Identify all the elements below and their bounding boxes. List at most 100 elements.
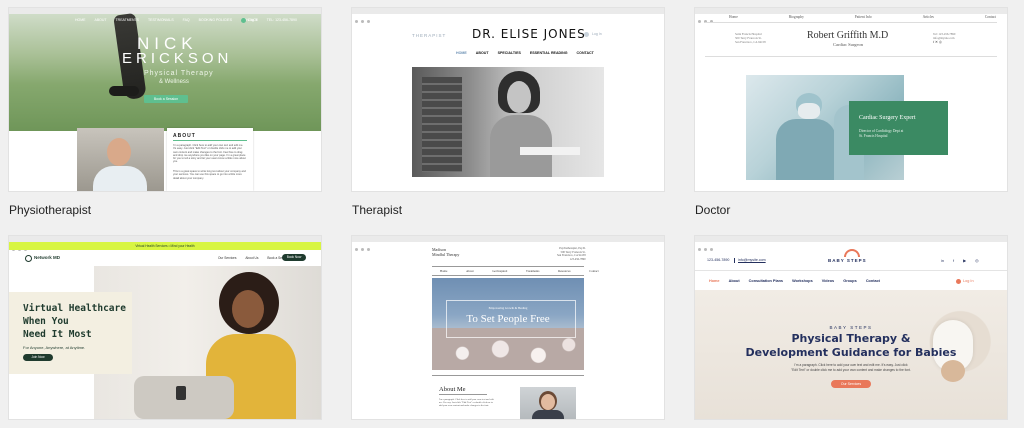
logo-text[interactable]: Network MD — [34, 255, 60, 260]
nav-item-about-us[interactable]: About Us — [245, 256, 258, 260]
book-session-button[interactable]: Book a Session — [144, 95, 188, 103]
nav-divider-bottom — [432, 275, 584, 276]
linkedin-icon[interactable]: in — [941, 259, 944, 263]
top-nav: Home Biography Patient Info Articles Con… — [725, 15, 1000, 19]
specialty-box: Cardiac Surgery Expert Director of Cardi… — [849, 101, 948, 155]
nav-item-about[interactable]: About — [466, 269, 474, 273]
nav-item-biography[interactable]: Biography — [789, 15, 804, 19]
hero-subtitle-1: Physical Therapy — [144, 70, 214, 77]
header-separator — [734, 258, 735, 263]
nav-item-specialties[interactable]: SPECIALTIES — [498, 51, 521, 55]
template-thumbnail-therapist[interactable]: THERAPIST DR. ELISE JONES Log In HOME AB… — [352, 8, 664, 191]
login-link[interactable]: Log In — [592, 32, 602, 36]
facebook-icon[interactable]: f — [953, 259, 954, 263]
header-divider — [695, 270, 1007, 271]
book-now-button[interactable]: Book Now — [282, 254, 306, 261]
nav-item-about[interactable]: ABOUT — [476, 51, 489, 55]
nav-item-contact[interactable]: Contact — [589, 269, 598, 273]
nav-item-about[interactable]: ABOUT — [94, 18, 106, 22]
hero-photo-therapist — [412, 67, 604, 177]
nav-item-our-services[interactable]: Our Services — [218, 256, 236, 260]
social-icons: in f ▶ ◎ — [937, 258, 982, 263]
nav-item-treatments[interactable]: TREATMENTS — [116, 18, 139, 22]
nav-item-contact[interactable]: Contact — [866, 279, 880, 283]
hero-body-line-2: "Edit Text" or double click me to add yo… — [791, 368, 911, 372]
side-label: THERAPIST — [412, 33, 447, 38]
template-thumbnail-network-md[interactable]: Virtual Health Services • Mind your Heal… — [9, 236, 321, 419]
header-divider — [705, 56, 997, 57]
template-caption[interactable]: Therapist — [352, 203, 402, 217]
announcement-banner: Virtual Health Services • Mind your Heal… — [9, 242, 321, 250]
hero-eyebrow: BABY STEPS — [829, 325, 873, 330]
nav-item-about[interactable]: About — [729, 279, 740, 283]
login-link[interactable]: Log In — [248, 18, 258, 22]
site-title: DR. ELISE JONES — [472, 27, 586, 41]
doctor-role: Cardiac Surgeon — [833, 42, 864, 47]
about-heading: ABOUT — [173, 133, 196, 139]
template-card-mindful-therapy[interactable]: Madison Mindful Therapy Psychotherapist,… — [352, 236, 664, 419]
login-link[interactable]: Log In — [963, 279, 974, 283]
specialty-text: Director of Cardiology Dept at St. Franc… — [859, 129, 904, 138]
template-card-network-md[interactable]: Virtual Health Services • Mind your Heal… — [9, 236, 321, 419]
nav-item-patient-info[interactable]: Patient Info — [855, 15, 872, 19]
template-thumbnail-mindful-therapy[interactable]: Madison Mindful Therapy Psychotherapist,… — [352, 236, 664, 419]
template-thumbnail-baby-steps[interactable]: 123-456-7890 info@mysite.com BABY STEPS … — [695, 236, 1007, 419]
top-nav: Home About Consultation Plans Workshops … — [705, 279, 884, 283]
our-services-button[interactable]: Our Services — [831, 380, 871, 388]
browser-chrome — [695, 8, 1007, 23]
instagram-icon[interactable]: ◎ — [975, 259, 978, 263]
template-caption[interactable]: Doctor — [695, 203, 730, 217]
youtube-icon[interactable]: ▶ — [963, 259, 966, 263]
nav-item-home[interactable]: Home — [729, 15, 738, 19]
nav-item-resources[interactable]: Resources — [558, 269, 570, 273]
header-email[interactable]: info@mysite.com — [738, 258, 766, 262]
top-nav: HOME ABOUT TREATMENTS TESTIMONIALS FAQ B… — [71, 18, 301, 22]
template-card-therapist[interactable]: THERAPIST DR. ELISE JONES Log In HOME AB… — [352, 8, 664, 217]
nav-item-testimonials[interactable]: TESTIMONIALS — [148, 18, 174, 22]
template-thumbnail-physiotherapist[interactable]: HOME ABOUT TREATMENTS TESTIMONIALS FAQ B… — [9, 8, 321, 191]
address-block: Saint Francis Hospital 500 Terry Francoi… — [735, 32, 766, 44]
browser-chrome — [352, 8, 664, 23]
about-underline — [439, 394, 487, 395]
nav-item-home[interactable]: Home — [709, 279, 720, 283]
template-card-baby-steps[interactable]: 123-456-7890 info@mysite.com BABY STEPS … — [695, 236, 1007, 419]
contact-block: Tel: 123-456-7890 info@mysite.com f ✕ ◎ — [933, 32, 956, 44]
portrait-photo — [77, 128, 164, 191]
top-nav: HOME ABOUT SPECIALTIES ESSENTIAL READING… — [452, 51, 598, 55]
content-area — [9, 131, 321, 191]
about-paragraph-1: I'm a paragraph. Click here to add your … — [173, 144, 246, 164]
join-now-button[interactable]: Join Now — [23, 354, 53, 361]
nav-item-home[interactable]: HOME — [456, 51, 467, 55]
contact-block: Psychotherapist, Psy.D. 500 Terry Franco… — [557, 247, 586, 261]
nav-item-groups[interactable]: Groups — [843, 279, 857, 283]
nav-item-essential-reading[interactable]: ESSENTIAL READING — [530, 51, 568, 55]
social-icons: f ✕ ◎ — [933, 40, 942, 44]
nav-item-consultation-plans[interactable]: Consultation Plans — [749, 279, 783, 283]
specialty-title: Cardiac Surgery Expert — [859, 115, 916, 121]
nav-item-contact[interactable]: CONTACT — [577, 51, 594, 55]
hero-body-line-1: I'm a paragraph. Click here to add your … — [794, 363, 908, 367]
nav-item-contact[interactable]: Contact — [985, 15, 996, 19]
hero-subtitle-2: & Wellness — [159, 79, 189, 85]
banner-text: Virtual Health Services • Mind your Heal… — [135, 244, 195, 248]
nav-item-workshops[interactable]: Workshops — [792, 279, 813, 283]
login-avatar-icon[interactable] — [584, 32, 589, 37]
nav-item-booking-policies[interactable]: BOOKING POLICIES — [199, 18, 232, 22]
template-card-physiotherapist[interactable]: HOME ABOUT TREATMENTS TESTIMONIALS FAQ B… — [9, 8, 321, 217]
login-avatar-icon[interactable] — [241, 18, 246, 23]
login-avatar-icon[interactable] — [956, 279, 961, 284]
nav-item-videos[interactable]: Videos — [822, 279, 834, 283]
about-box: ABOUT I'm a paragraph. Click here to add… — [167, 128, 253, 191]
nav-item-home[interactable]: Home — [440, 269, 447, 273]
template-thumbnail-doctor[interactable]: Home Biography Patient Info Articles Con… — [695, 8, 1007, 191]
hero-small-text: Empowering Growth & Healing — [488, 306, 528, 310]
template-card-doctor[interactable]: Home Biography Patient Info Articles Con… — [695, 8, 1007, 217]
template-caption[interactable]: Physiotherapist — [9, 203, 91, 217]
logo-text[interactable]: BABY STEPS — [828, 258, 867, 263]
nav-item-get-inspired[interactable]: Get Inspired — [492, 269, 507, 273]
hero-subtitle: For Anyone, Anywhere, at Anytime. — [23, 345, 86, 350]
nav-item-treatments[interactable]: Treatments — [526, 269, 539, 273]
nav-item-articles[interactable]: Articles — [923, 15, 934, 19]
nav-item-home[interactable]: HOME — [75, 18, 86, 22]
nav-item-faq[interactable]: FAQ — [183, 18, 190, 22]
